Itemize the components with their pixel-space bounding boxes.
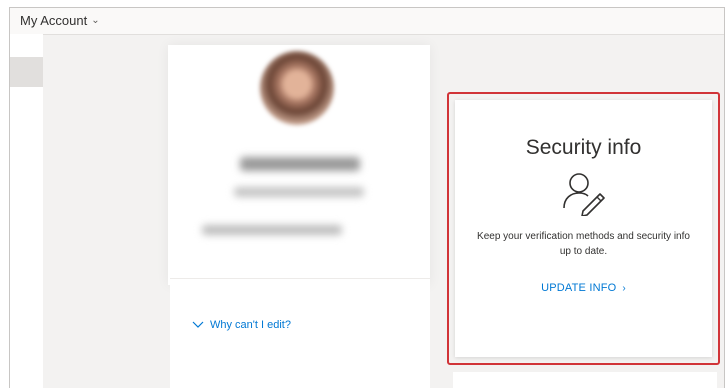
chevron-down-icon: ⌄ <box>91 15 100 26</box>
blurred-user-email <box>202 225 342 235</box>
person-edit-icon <box>563 173 605 216</box>
security-info-card-body: Security info Keep your verification met… <box>455 100 712 357</box>
security-info-title: Security info <box>525 136 642 159</box>
left-nav-selected-item[interactable] <box>10 57 43 87</box>
update-info-label: UPDATE INFO <box>541 282 617 294</box>
my-account-menu[interactable]: My Account ⌄ <box>20 13 100 28</box>
top-bar: My Account ⌄ <box>10 8 724 35</box>
left-nav <box>10 34 43 388</box>
why-cant-i-edit-link[interactable]: Why can't I edit? <box>192 319 291 331</box>
app-title: My Account <box>20 13 88 28</box>
blurred-user-name <box>240 157 360 171</box>
security-info-card[interactable]: Security info Keep your verification met… <box>447 92 720 365</box>
profile-card <box>168 45 430 285</box>
chevron-right-icon: › <box>622 283 626 294</box>
why-cant-i-edit-label: Why can't I edit? <box>210 319 291 331</box>
blurred-user-detail <box>234 187 364 197</box>
security-info-description: Keep your verification methods and secur… <box>477 231 690 257</box>
next-card <box>453 372 717 392</box>
update-info-link[interactable]: UPDATE INFO › <box>455 282 712 294</box>
chevron-down-icon <box>192 321 204 328</box>
edit-info-card: Why can't I edit? <box>170 278 430 389</box>
avatar <box>260 51 334 125</box>
